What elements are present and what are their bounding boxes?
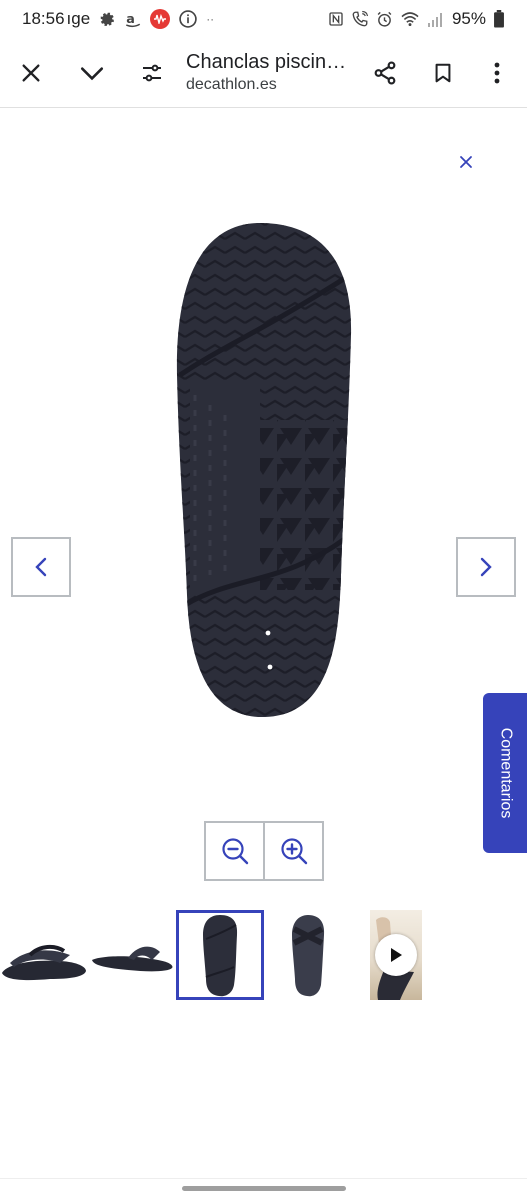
more-vert-icon xyxy=(494,62,500,83)
thumbnail-4[interactable] xyxy=(264,910,352,1000)
status-bar: 18:56 ıge a ·· 95% xyxy=(0,0,527,38)
battery-icon xyxy=(493,10,505,28)
zoom-out-icon xyxy=(221,838,248,865)
chevron-right-icon xyxy=(480,557,492,577)
nfc-icon xyxy=(328,11,344,27)
battery-percent: 95% xyxy=(451,9,486,28)
zoom-out-button[interactable] xyxy=(206,823,263,879)
share-icon xyxy=(374,61,396,84)
sandal-pair-image xyxy=(2,944,86,981)
zoom-in-button[interactable] xyxy=(263,823,322,879)
play-button[interactable] xyxy=(375,934,417,976)
product-image xyxy=(165,215,365,725)
page-title: Chanclas piscin… xyxy=(186,51,347,73)
divider xyxy=(0,1178,527,1179)
collapse-button[interactable] xyxy=(68,49,116,97)
page-settings-button[interactable] xyxy=(128,49,176,97)
share-button[interactable] xyxy=(361,49,409,97)
status-more-dots: ·· xyxy=(206,12,215,26)
sandal-sole-thumb xyxy=(203,915,238,997)
play-icon xyxy=(391,948,402,962)
close-icon xyxy=(460,156,472,168)
settings-icon xyxy=(98,10,116,28)
more-options-button[interactable] xyxy=(473,49,521,97)
wifi-icon xyxy=(400,11,420,27)
status-time: 18:56 xyxy=(22,9,65,28)
chevron-down-icon xyxy=(80,66,104,80)
sandal-top-image xyxy=(292,915,325,997)
info-icon xyxy=(178,9,198,29)
recording-icon xyxy=(150,9,171,29)
thumbnail-5-video[interactable] xyxy=(370,910,422,1000)
zoom-controls xyxy=(204,821,324,881)
svg-text:a: a xyxy=(126,12,135,27)
chevron-left-icon xyxy=(35,557,47,577)
sandal-sole-illustration xyxy=(176,223,352,718)
gallery-close-button[interactable] xyxy=(452,148,480,176)
thumbnail-2[interactable] xyxy=(88,910,176,1000)
status-carrier: ıge xyxy=(66,9,91,28)
signal-icon xyxy=(427,11,445,27)
comments-tab-label: Comentarios xyxy=(497,727,515,819)
page-url: decathlon.es xyxy=(186,76,277,93)
thumbnail-3-selected[interactable] xyxy=(176,910,264,1000)
gesture-nav-bar[interactable] xyxy=(182,1186,346,1191)
close-tab-button[interactable] xyxy=(7,49,55,97)
zoom-in-icon xyxy=(280,838,307,865)
close-icon xyxy=(22,63,40,82)
sandal-side-image xyxy=(92,946,173,972)
bookmark-icon xyxy=(435,63,451,82)
thumbnail-1[interactable] xyxy=(0,910,88,1000)
tune-icon xyxy=(143,64,161,81)
comments-tab[interactable]: Comentarios xyxy=(483,693,527,853)
thumbnail-strip xyxy=(0,910,527,1002)
page-title-block[interactable]: Chanclas piscin… decathlon.es xyxy=(176,51,361,94)
alarm-icon xyxy=(376,11,393,28)
bookmark-button[interactable] xyxy=(419,49,467,97)
next-image-button[interactable] xyxy=(456,537,516,597)
browser-toolbar: Chanclas piscin… decathlon.es xyxy=(0,38,527,108)
wifi-call-icon xyxy=(351,10,369,28)
previous-image-button[interactable] xyxy=(11,537,71,597)
amazon-app-icon: a xyxy=(124,10,142,28)
